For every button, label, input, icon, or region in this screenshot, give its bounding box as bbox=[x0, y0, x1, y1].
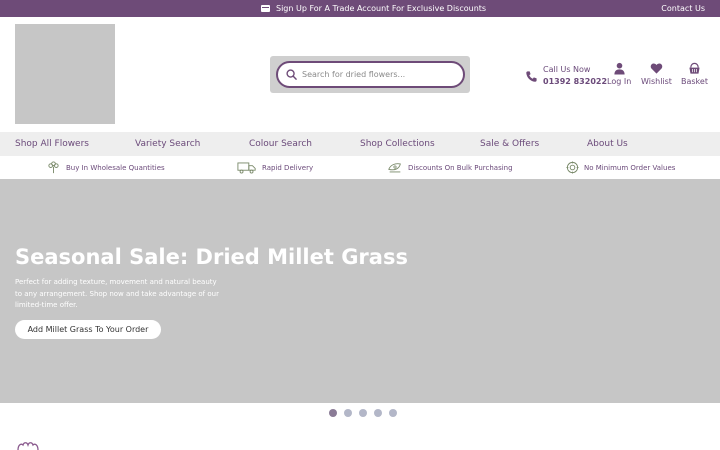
contact-us-link[interactable]: Contact Us bbox=[661, 0, 705, 17]
trade-account-promo[interactable]: Sign Up For A Trade Account For Exclusiv… bbox=[261, 0, 486, 17]
call-us[interactable]: Call Us Now 01392 832022 bbox=[525, 64, 607, 88]
carousel-dot[interactable] bbox=[374, 409, 382, 417]
usp-bar: Buy In Wholesale Quantities Rapid Delive… bbox=[0, 156, 720, 179]
call-label: Call Us Now bbox=[543, 65, 591, 74]
site-logo-placeholder[interactable] bbox=[15, 24, 115, 124]
nav-shop-collections[interactable]: Shop Collections bbox=[360, 132, 435, 156]
bulk-icon bbox=[388, 163, 401, 173]
heart-icon bbox=[650, 63, 663, 74]
wishlist-label: Wishlist bbox=[641, 77, 672, 86]
hero-description: Perfect for adding texture, movement and… bbox=[15, 278, 219, 309]
search-input[interactable] bbox=[302, 70, 452, 79]
carousel-dot[interactable] bbox=[359, 409, 367, 417]
promo-text: Sign Up For A Trade Account For Exclusiv… bbox=[276, 4, 487, 13]
basket-icon bbox=[689, 62, 700, 74]
carousel-dot[interactable] bbox=[329, 409, 337, 417]
usp-delivery: Rapid Delivery bbox=[237, 156, 313, 179]
nav-about-us[interactable]: About Us bbox=[587, 132, 628, 156]
search-container bbox=[270, 56, 470, 93]
nav-sale-offers[interactable]: Sale & Offers bbox=[480, 132, 539, 156]
basket-link[interactable]: Basket bbox=[681, 62, 708, 86]
badge-icon bbox=[566, 161, 579, 174]
hero-title: Seasonal Sale: Dried Millet Grass bbox=[15, 245, 408, 269]
user-icon bbox=[614, 62, 625, 75]
nav-variety-search[interactable]: Variety Search bbox=[135, 132, 200, 156]
carousel-dot[interactable] bbox=[389, 409, 397, 417]
phone-number[interactable]: 01392 832022 bbox=[543, 76, 607, 88]
usp-bulk-label: Discounts On Bulk Purchasing bbox=[408, 163, 513, 172]
usp-wholesale-label: Buy In Wholesale Quantities bbox=[66, 163, 165, 172]
nav-shop-all-flowers[interactable]: Shop All Flowers bbox=[15, 132, 89, 156]
search-icon[interactable] bbox=[286, 69, 297, 80]
main-navigation: Shop All Flowers Variety Search Colour S… bbox=[0, 132, 720, 156]
search-box[interactable] bbox=[276, 61, 465, 88]
card-icon bbox=[261, 5, 270, 12]
carousel-dot[interactable] bbox=[344, 409, 352, 417]
usp-no-minimum: No Minimum Order Values bbox=[566, 156, 675, 179]
nav-colour-search[interactable]: Colour Search bbox=[249, 132, 312, 156]
hero-banner: Seasonal Sale: Dried Millet Grass Perfec… bbox=[0, 179, 720, 403]
flower-icon bbox=[48, 161, 59, 174]
wishlist-link[interactable]: Wishlist bbox=[641, 62, 672, 86]
usp-bulk: Discounts On Bulk Purchasing bbox=[387, 156, 513, 179]
login-label: Log In bbox=[607, 77, 632, 86]
truck-icon bbox=[237, 162, 256, 174]
add-millet-grass-button[interactable]: Add Millet Grass To Your Order bbox=[15, 320, 161, 339]
usp-delivery-label: Rapid Delivery bbox=[262, 163, 314, 172]
carousel-dots bbox=[329, 409, 397, 417]
top-announcement-bar: Sign Up For A Trade Account For Exclusiv… bbox=[0, 0, 720, 17]
phone-icon bbox=[526, 70, 537, 82]
flower-logo-icon bbox=[17, 442, 39, 450]
usp-no-minimum-label: No Minimum Order Values bbox=[584, 163, 676, 172]
basket-label: Basket bbox=[681, 77, 708, 86]
login-link[interactable]: Log In bbox=[607, 62, 631, 86]
usp-wholesale: Buy In Wholesale Quantities bbox=[46, 156, 165, 179]
